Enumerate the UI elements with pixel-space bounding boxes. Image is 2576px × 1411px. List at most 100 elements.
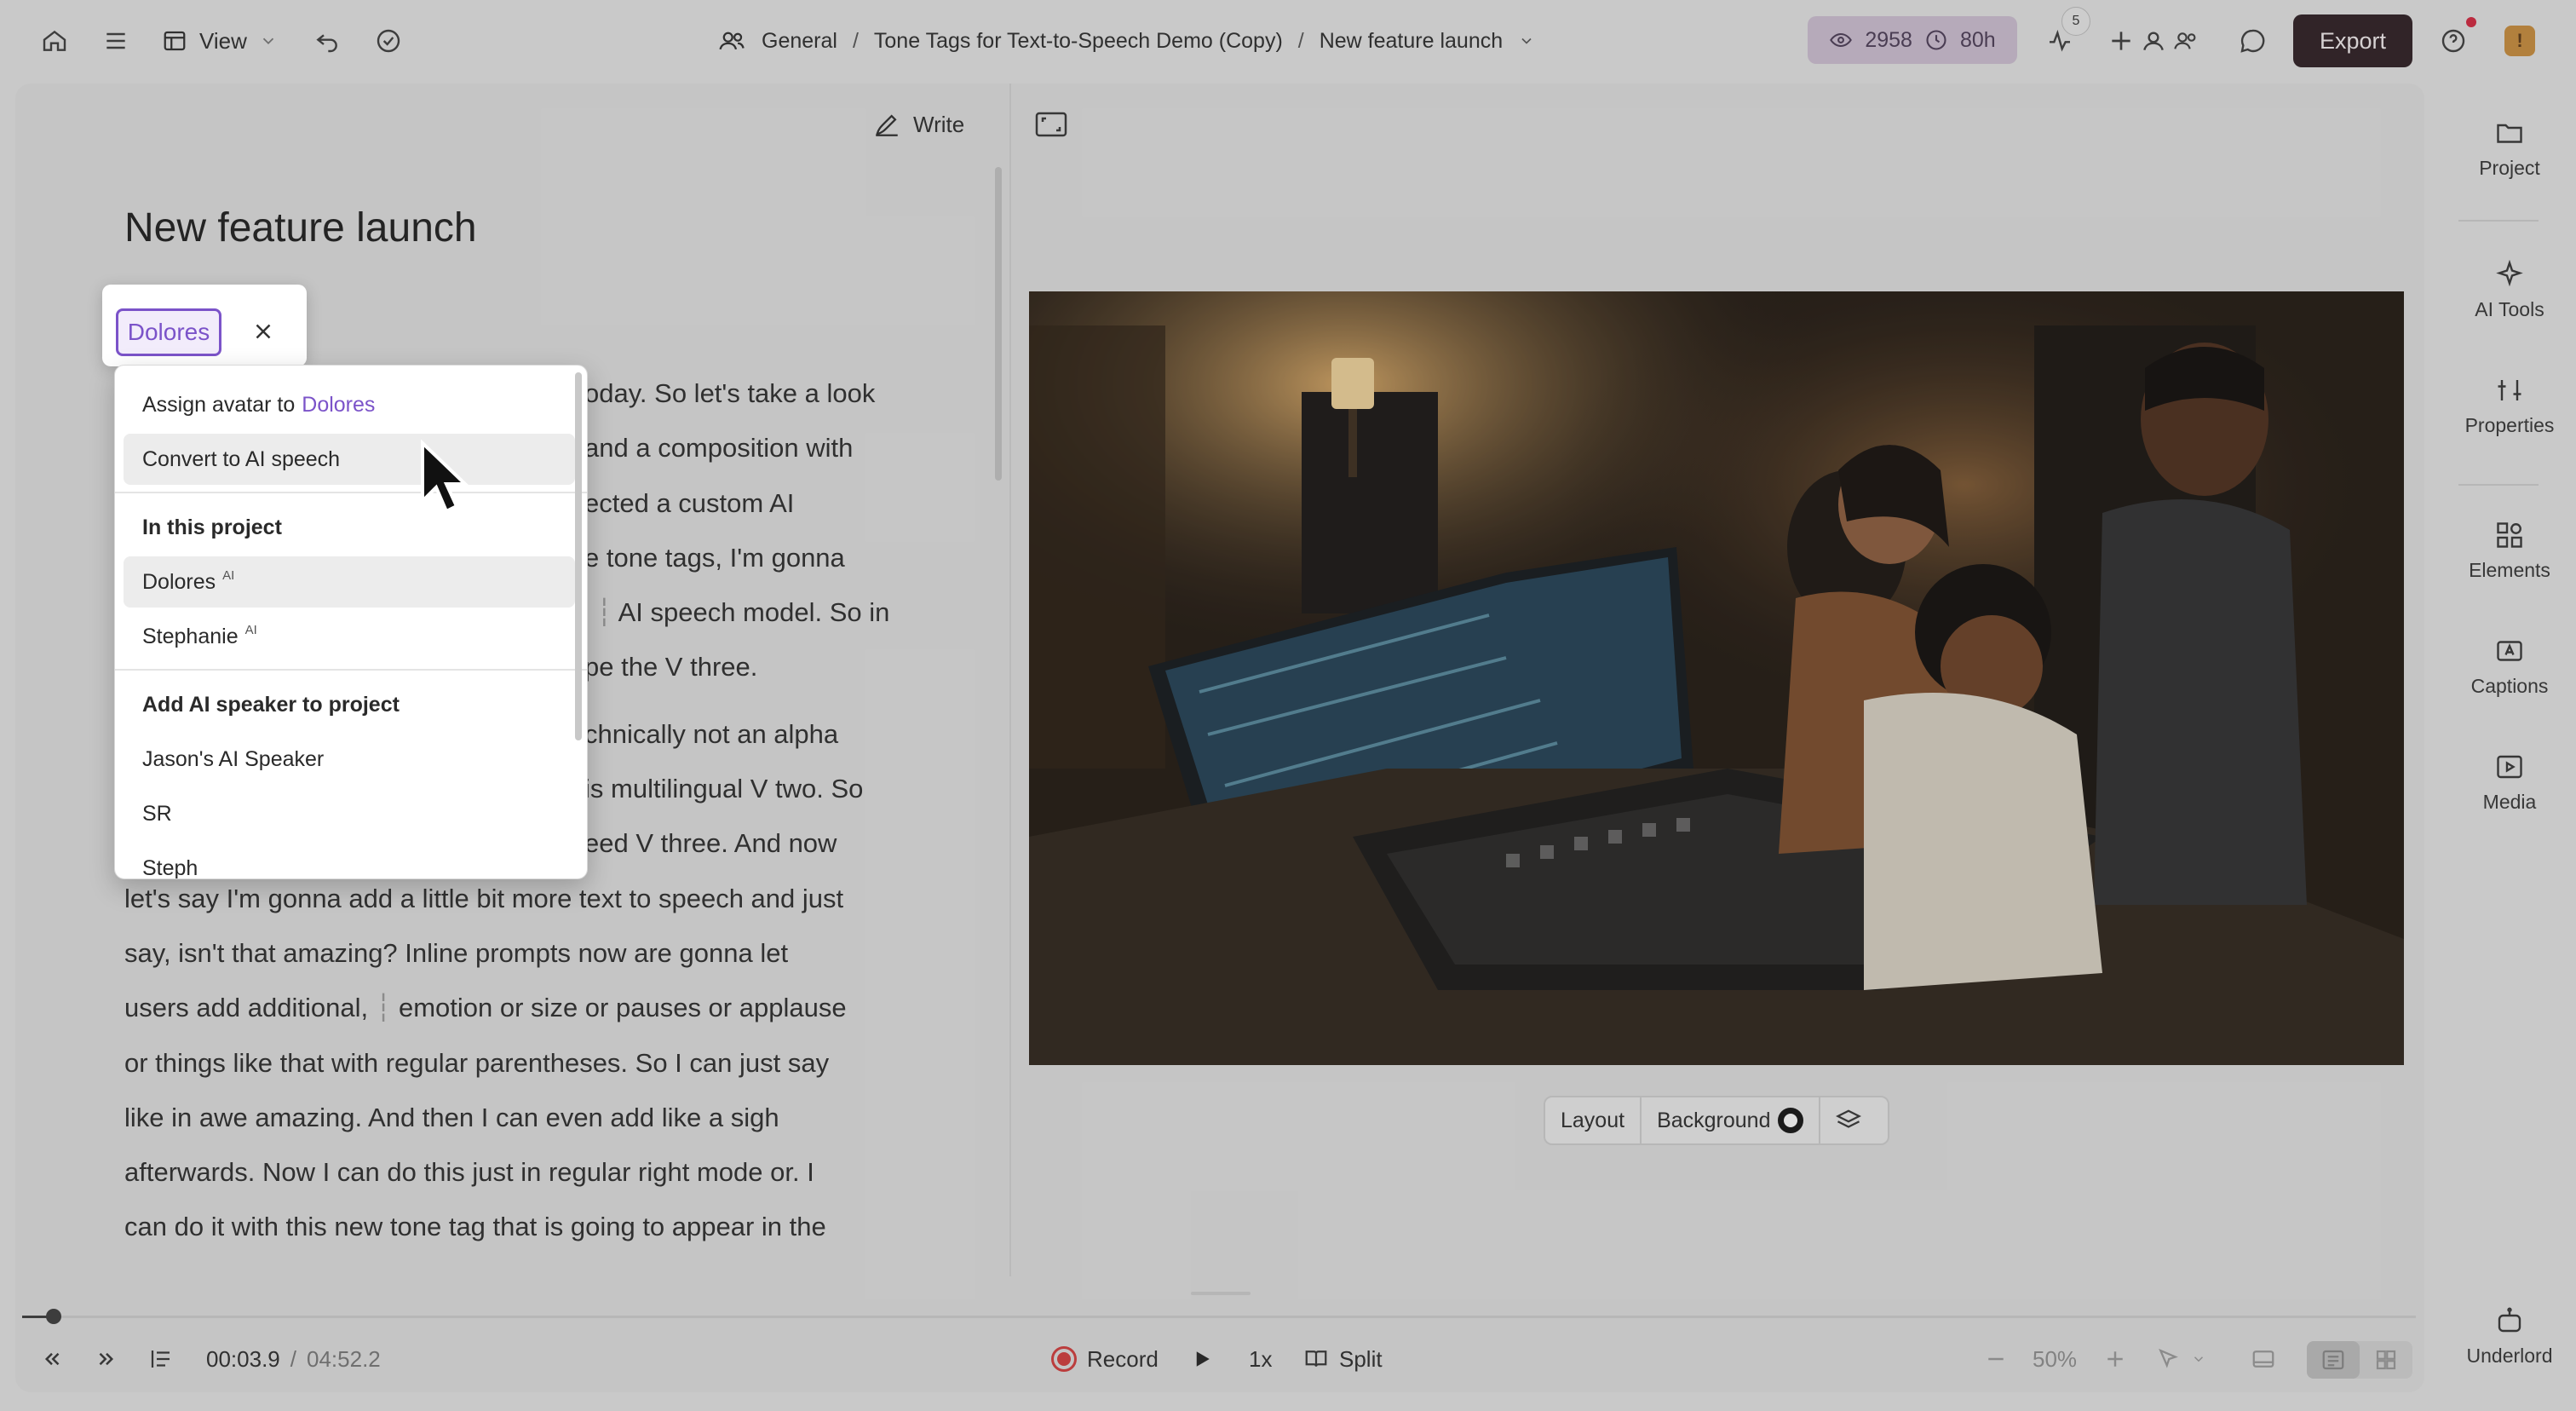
speaker-item-steph[interactable]: Steph <box>124 843 575 879</box>
rail-item-label: Properties <box>2464 414 2555 436</box>
rail-item-label: Underlord <box>2466 1345 2553 1367</box>
layers-button[interactable] <box>1818 1097 1877 1143</box>
write-label: Write <box>913 111 965 137</box>
export-button[interactable]: Export <box>2293 14 2412 67</box>
script-line-text: users add additional, <box>124 993 369 1023</box>
help-icon[interactable] <box>2436 24 2470 58</box>
fit-screen-icon[interactable] <box>1034 111 1068 138</box>
canvas-controls: Layout Background <box>1544 1096 1889 1145</box>
rail-item-captions[interactable]: Captions <box>2443 636 2576 698</box>
window-icon[interactable] <box>2251 1334 2276 1384</box>
mouse-cursor-icon <box>421 440 469 514</box>
speaker-name: Stephanie <box>142 624 239 648</box>
rail-divider <box>2458 220 2539 222</box>
right-rail: Project AI Tools Properties Elements Cap… <box>2443 84 2576 1392</box>
zoom-out-icon[interactable] <box>1983 1334 2009 1384</box>
script-line: afterwards. Now I can do this just in re… <box>124 1157 814 1188</box>
rail-divider <box>2458 484 2539 486</box>
check-circle-icon[interactable] <box>371 24 405 58</box>
view-mode-toggle[interactable] <box>2307 1341 2412 1379</box>
rail-item-label: AI Tools <box>2475 298 2544 320</box>
current-time: 00:03 <box>206 1345 262 1372</box>
tone-tag-marker[interactable]: ┆ <box>368 993 399 1022</box>
speaker-name: Dolores <box>142 569 216 594</box>
timeline-resize-handle[interactable] <box>1191 1292 1251 1295</box>
grid-view-icon[interactable] <box>2360 1341 2412 1379</box>
credits-count: 2958 <box>1865 27 1912 52</box>
speaker-menu: Assign avatar to Dolores Convert to AI s… <box>114 365 588 879</box>
list-view-icon[interactable] <box>2307 1341 2360 1379</box>
write-mode-button[interactable]: Write <box>872 107 964 141</box>
breadcrumb-composition[interactable]: New feature launch <box>1320 29 1503 54</box>
speaker-item-sr[interactable]: SR <box>124 788 575 839</box>
layout-button[interactable]: Layout <box>1545 1097 1642 1143</box>
document-title[interactable]: New feature launch <box>124 204 477 251</box>
breadcrumb-project[interactable]: Tone Tags for Text-to-Speech Demo (Copy) <box>874 29 1283 54</box>
record-icon <box>1051 1346 1077 1372</box>
zoom-in-icon[interactable] <box>2102 1334 2128 1384</box>
chevron-down-icon[interactable] <box>1518 32 1535 49</box>
split-label: Split <box>1339 1345 1383 1372</box>
skip-forward-icon[interactable] <box>94 1334 119 1384</box>
speaker-chip[interactable]: Dolores <box>116 308 221 356</box>
eye-icon <box>1830 32 1853 48</box>
rail-item-underlord[interactable]: Underlord <box>2443 1305 2576 1368</box>
background-button[interactable]: Background <box>1642 1097 1818 1143</box>
people-icon[interactable] <box>2169 24 2203 58</box>
record-button[interactable]: Record <box>1051 1334 1159 1384</box>
play-icon[interactable] <box>1189 1334 1215 1384</box>
pointer-tool-icon[interactable] <box>2155 1334 2206 1384</box>
add-collaborator-icon[interactable] <box>2104 24 2138 58</box>
assign-avatar-item[interactable]: Assign avatar to Dolores <box>124 379 575 430</box>
ai-tag: AI <box>244 622 257 637</box>
script-scrollbar[interactable] <box>995 167 1002 481</box>
script-line: users add additional, ┆ emotion or size … <box>124 981 917 1035</box>
convert-to-ai-speech-item[interactable]: Convert to AI speech <box>124 434 575 485</box>
playhead-handle[interactable] <box>46 1309 61 1324</box>
video-preview[interactable] <box>1029 291 2404 1065</box>
skip-back-icon[interactable] <box>39 1334 65 1384</box>
rail-item-project[interactable]: Project <box>2443 118 2576 180</box>
layout-icon <box>164 31 186 51</box>
speaker-item-jason[interactable]: Jason's AI Speaker <box>124 734 575 785</box>
speaker-item-dolores[interactable]: Dolores AI <box>124 556 575 608</box>
top-bar: View General / Tone Tags for Text-to-Spe… <box>0 0 2576 82</box>
comment-icon[interactable] <box>2235 24 2269 58</box>
menu-divider <box>115 669 587 671</box>
avatar-icon[interactable] <box>2136 24 2171 58</box>
rail-item-media[interactable]: Media <box>2443 752 2576 814</box>
chapters-icon[interactable] <box>148 1334 174 1384</box>
usage-pill[interactable]: 2958 80h <box>1808 16 2017 64</box>
undo-icon[interactable] <box>310 24 344 58</box>
script-line: say, isn't that amazing? Inline prompts … <box>124 937 789 968</box>
sparkle-icon <box>2496 259 2523 287</box>
view-button[interactable]: View <box>162 20 278 61</box>
speaker-item-stephanie[interactable]: Stephanie AI <box>124 611 575 662</box>
close-icon[interactable] <box>250 319 276 344</box>
assign-speaker-name: Dolores <box>302 392 376 417</box>
playback-bar: 00:03.9 / 04:52.2 Record 1x Split 50% <box>15 1334 2424 1384</box>
split-button[interactable]: Split <box>1303 1334 1383 1384</box>
breadcrumb-workspace[interactable]: General <box>762 29 837 54</box>
hours-remaining: 80h <box>1959 27 1996 52</box>
speed-button[interactable]: 1x <box>1249 1334 1272 1384</box>
current-frame: .9 <box>262 1345 280 1372</box>
ai-tag: AI <box>222 567 235 583</box>
rail-item-ai-tools[interactable]: AI Tools <box>2443 259 2576 321</box>
breadcrumb-separator: / <box>1297 28 1304 53</box>
script-line: let's say I'm gonna add a little bit mor… <box>124 883 844 913</box>
user-avatar[interactable]: ! <box>2504 26 2535 56</box>
rail-item-elements[interactable]: Elements <box>2443 520 2576 582</box>
view-label: View <box>199 27 247 54</box>
home-icon[interactable] <box>37 24 72 58</box>
book-icon <box>1305 1351 1327 1367</box>
rail-item-label: Captions <box>2470 675 2549 697</box>
timeline-scrubber[interactable] <box>22 1316 2416 1318</box>
breadcrumb: General / Tone Tags for Text-to-Speech D… <box>717 24 1535 58</box>
menu-icon[interactable] <box>99 24 133 58</box>
tone-tag-marker[interactable]: ┆ <box>596 597 618 627</box>
people-icon <box>719 32 745 50</box>
pane-divider[interactable] <box>1009 84 1011 1276</box>
rail-item-properties[interactable]: Properties <box>2443 375 2576 437</box>
menu-scrollbar[interactable] <box>575 372 582 740</box>
